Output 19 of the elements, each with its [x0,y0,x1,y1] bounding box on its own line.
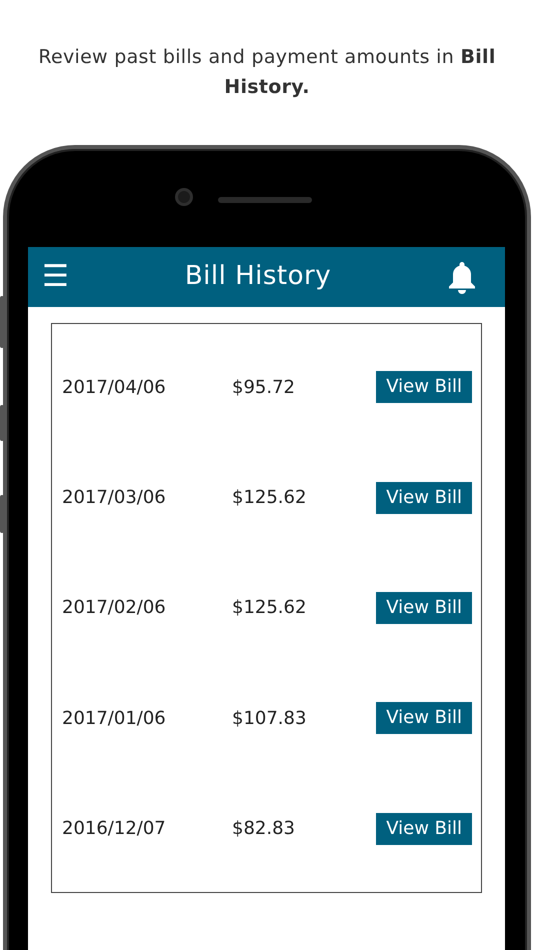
caption-text: Review past bills and payment amounts in Bill History. [37,45,497,100]
view-bill-button[interactable]: View Bill [376,592,472,624]
bill-amount: $125.62 [232,596,308,620]
bill-date: 2017/04/06 [62,376,167,400]
bill-amount: $125.62 [232,486,308,510]
bill-date: 2017/02/06 [62,596,167,620]
view-bill-button[interactable]: View Bill [376,812,472,845]
view-bill-button[interactable]: View Bill [376,482,472,514]
bill-amount: $82.83 [232,817,296,842]
screen-title: Bill History [184,261,332,293]
bell-icon[interactable] [447,260,477,294]
bill-date: 2017/01/06 [62,706,167,731]
bill-amount: $95.72 [232,376,296,400]
view-bill-button[interactable]: View Bill [376,371,472,404]
menu-icon[interactable]: ☰ [42,262,69,292]
bill-date: 2017/03/06 [62,486,167,510]
view-bill-button[interactable]: View Bill [376,702,472,734]
bill-date: 2016/12/07 [62,817,167,842]
bill-amount: $107.83 [232,706,308,731]
